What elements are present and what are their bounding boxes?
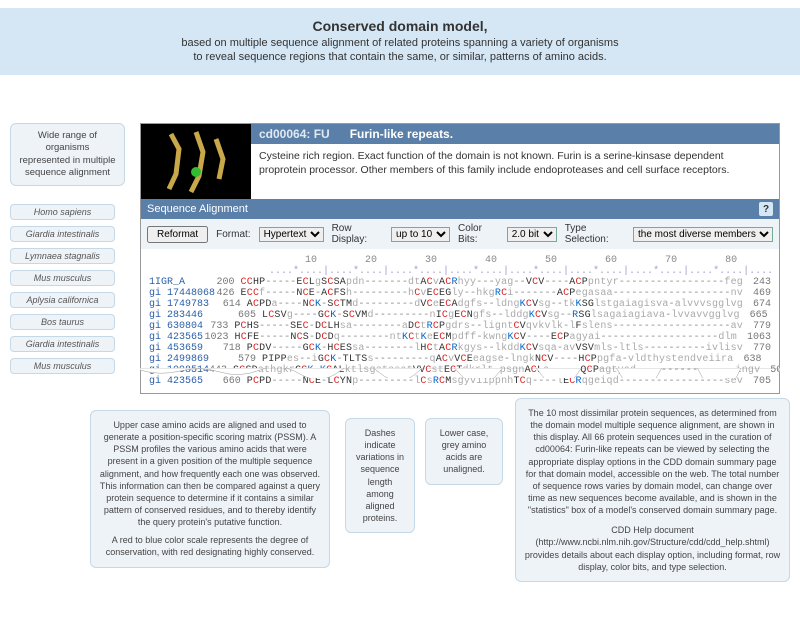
end-pos: 469 [743,288,771,299]
domain-name: Furin-like repeats. [350,127,453,141]
callout-dashes: Dashes indicate variations in sequence l… [345,418,415,533]
row-display-select[interactable]: up to 10 [391,227,450,242]
domain-title-bar: cd00064: FU Furin-like repeats. [251,124,779,144]
start-pos: 614 [216,299,247,310]
accession[interactable]: gi 283446 [149,310,227,321]
end-pos: 638 [733,354,761,365]
accession[interactable]: 1IGR_A [149,277,211,288]
end-pos: 665 [740,310,768,321]
callout-organisms: Wide range of organisms represented in m… [10,123,125,186]
format-label: Format: [216,229,250,240]
alignment-row: 1IGR_A200CCHP-----ECLgSCSApdn-------dtAC… [149,277,771,288]
sequence: HCFE-----NCS-DCDq--------ntKCtKeECMpdff-… [235,332,737,343]
page-title: Conserved domain model, [40,18,760,34]
seq-bar-label: Sequence Alignment [147,203,248,215]
format-select[interactable]: Hypertext [259,227,324,242]
alignment-row: gi 1749783614ACPDa----NCK-SCTMd---------… [149,299,771,310]
organism-label: Bos taurus [10,314,115,330]
alignment-row: gi 4235651023HCFE-----NCS-DCDq--------nt… [149,332,771,343]
reformat-button[interactable]: Reformat [147,226,208,243]
type-selection-select[interactable]: the most diverse members [633,227,773,242]
end-pos: 779 [743,321,771,332]
start-pos: 426 [215,288,241,299]
ruler-numbers: 10 20 30 40 50 60 70 80 [269,255,771,266]
accession[interactable]: gi 453659 [149,343,216,354]
sequence: ACPDa----NCK-SCTMd---------dVCeECAdgfs--… [247,299,743,310]
end-pos: 243 [743,277,771,288]
end-pos: 770 [743,343,771,354]
accession[interactable]: gi 423565 [149,332,205,343]
type-selection-label: Type Selection: [565,223,625,245]
callout-lowercase: Lower case, grey amino acids are unalign… [425,418,503,485]
callout-dissimilar: The 10 most dissimilar protein sequences… [515,398,790,582]
organism-label: Mus musculus [10,358,115,374]
start-pos: 718 [216,343,247,354]
row-display-label: Row Display: [332,223,383,245]
alignment-row: gi 630804733PCHS-----SEC-DCLHsa--------a… [149,321,771,332]
sequence: PCHS-----SEC-DCLHsa--------aDCtRCPgdrs--… [234,321,743,332]
sequence: CCHP-----ECLgSCSApdn-------dtACvACRhyy--… [241,277,743,288]
domain-id: cd00064: FU [259,127,330,141]
color-bits-label: Color Bits: [458,223,499,245]
sequence: PCDV-----GCK-HCESsa--------lHCtACRkgys--… [247,343,743,354]
structure-thumbnail[interactable] [141,124,251,199]
end-pos: 1063 [737,332,771,343]
domain-header: cd00064: FU Furin-like repeats. Cysteine… [141,124,779,199]
organism-label: Aplysia californica [10,292,115,308]
start-pos: 1023 [205,332,235,343]
organism-label: Lymnaea stagnalis [10,248,115,264]
start-pos: 579 [227,354,262,365]
alignment-row: gi 283446605LCSVg----GCK-SCVMd---------n… [149,310,771,321]
sequence-alignment-bar: Sequence Alignment ? [141,199,779,219]
sequence: PIPPes--iGCK-TLTSs---------qACvVCEeagse-… [262,354,733,365]
help-icon[interactable]: ? [759,202,773,216]
alignment-panel: cd00064: FU Furin-like repeats. Cysteine… [140,123,780,394]
start-pos: 733 [207,321,235,332]
end-pos: 674 [743,299,771,310]
organism-label: Mus musculus [10,270,115,286]
color-bits-select[interactable]: 2.0 bit [507,227,557,242]
ruler-ticks: ....*....|....*....|....*....|....*....|… [269,266,771,277]
accession[interactable]: gi 1749783 [149,299,216,310]
organism-label: Giardia intestinalis [10,336,115,352]
sequence: LCSVg----GCK-SCVMd---------nICgECNgfs--l… [262,310,740,321]
alignment-row: gi 2499869579PIPPes--iGCK-TLTSs---------… [149,354,771,365]
accession[interactable]: gi 2499869 [149,354,227,365]
alignment-row: gi 453659718PCDV-----GCK-HCESsa--------l… [149,343,771,354]
start-pos: 200 [211,277,240,288]
organism-label: Homo sapiens [10,204,115,220]
start-pos: 605 [227,310,262,321]
alignment-controls: Reformat Format: Hypertext Row Display: … [141,219,779,249]
sequence: ECCf-----NCE-ACFSh---------hCvECEGly--hk… [241,288,743,299]
organism-label: Giardia intestinalis [10,226,115,242]
accession[interactable]: gi 17448068 [149,288,215,299]
header-banner: Conserved domain model, based on multipl… [0,8,800,75]
callout-uppercase: Upper case amino acids are aligned and u… [90,410,330,568]
accession[interactable]: gi 630804 [149,321,207,332]
torn-edge [140,368,780,378]
page-subtitle-2: to reveal sequence regions that contain … [40,50,760,64]
alignment-row: gi 17448068426ECCf-----NCE-ACFSh--------… [149,288,771,299]
page-subtitle-1: based on multiple sequence alignment of … [40,36,760,50]
domain-description: Cysteine rich region. Exact function of … [251,144,779,182]
